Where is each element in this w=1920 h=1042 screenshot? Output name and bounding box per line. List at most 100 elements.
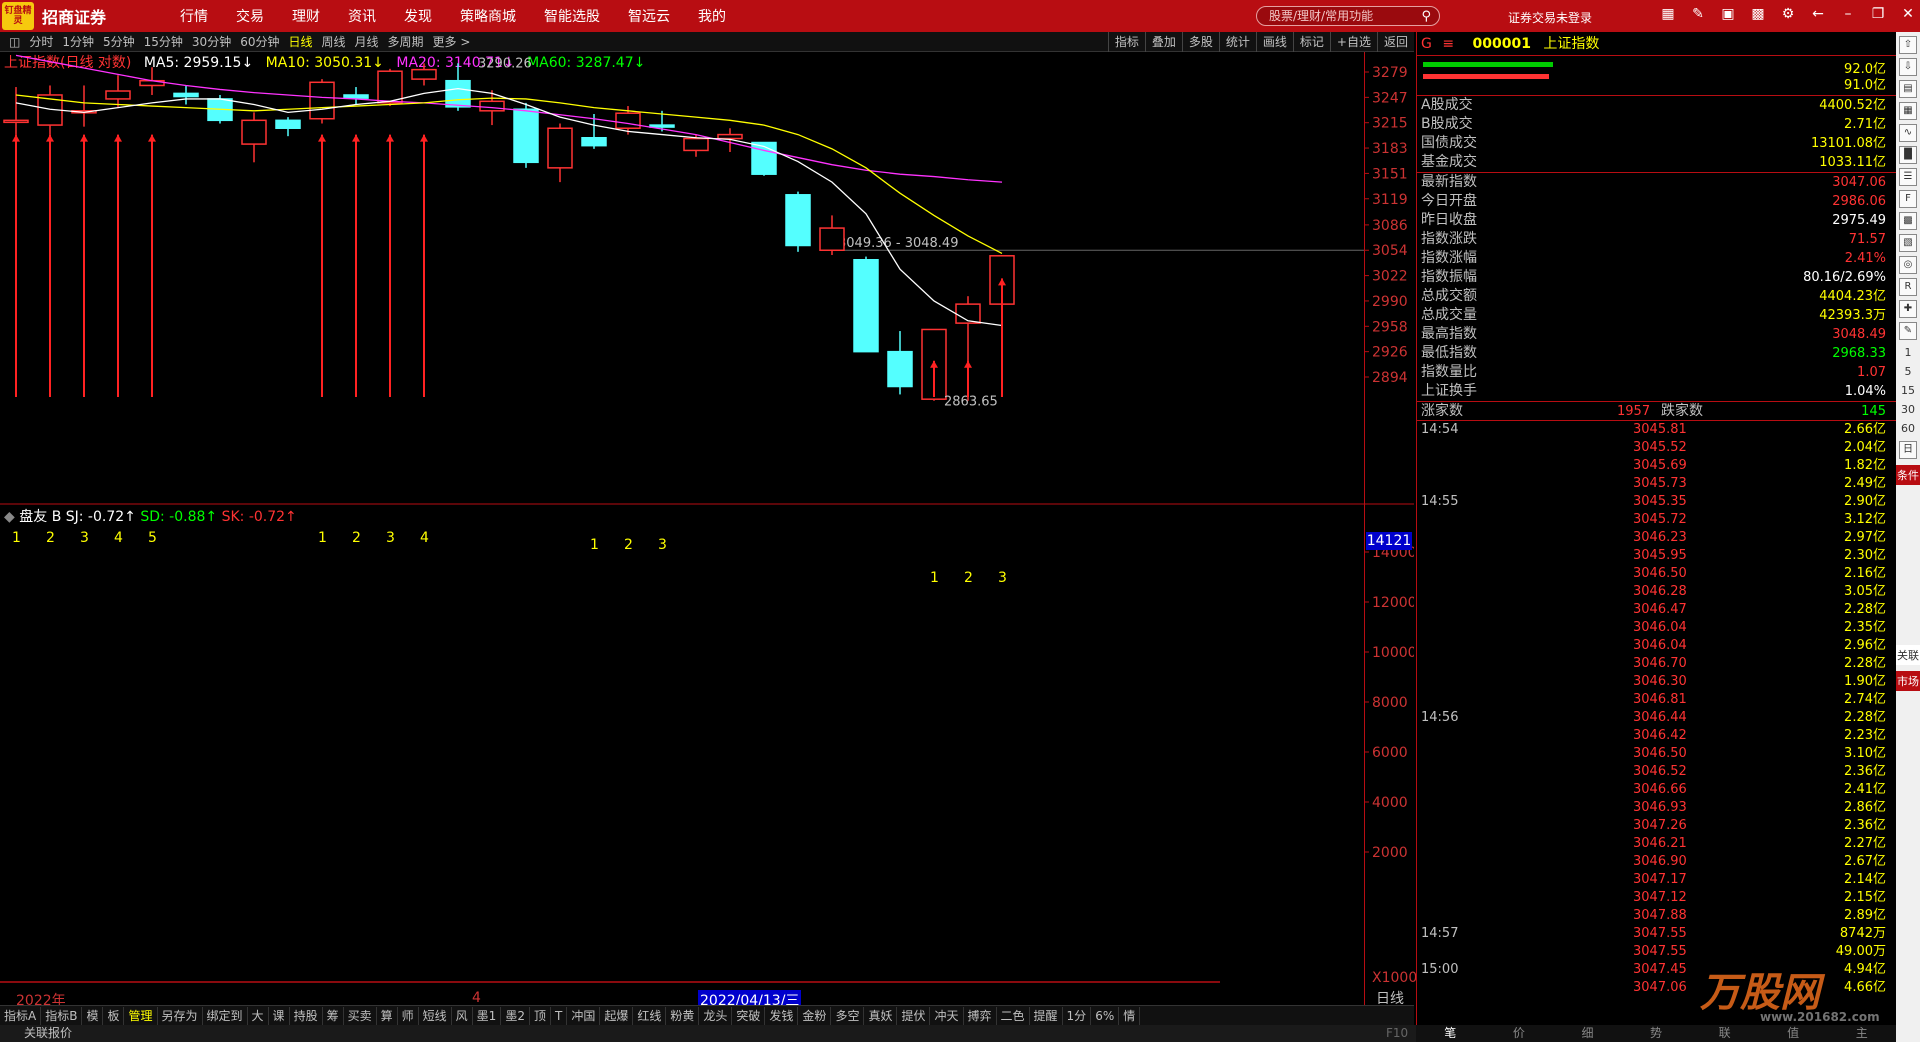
- search-icon[interactable]: ⚲: [1421, 8, 1431, 26]
- tool-indicator[interactable]: 指标: [1107, 32, 1145, 52]
- menu-strategy-mall[interactable]: 策略商城: [460, 6, 516, 26]
- period-tab[interactable]: 月线: [355, 33, 379, 50]
- indicator-tab[interactable]: 课: [269, 1006, 290, 1025]
- pencil-icon[interactable]: ✎: [1899, 322, 1917, 340]
- indicator-tab[interactable]: 模: [82, 1006, 104, 1025]
- indicator-tab[interactable]: 持股: [290, 1006, 323, 1025]
- menu-discover[interactable]: 发现: [404, 6, 432, 26]
- menu-market[interactable]: 行情: [180, 6, 208, 26]
- tool-mark[interactable]: 标记: [1292, 32, 1330, 52]
- menu-trade[interactable]: 交易: [236, 6, 264, 26]
- quote-tab[interactable]: 笔: [1416, 1025, 1485, 1042]
- quote-tab[interactable]: 价: [1485, 1025, 1554, 1042]
- indicator-tab[interactable]: 搏弈: [964, 1006, 997, 1025]
- box-icon[interactable]: ▣: [1720, 6, 1736, 22]
- period-tab[interactable]: 1分钟: [62, 33, 94, 50]
- condition-button[interactable]: 条件: [1896, 465, 1920, 485]
- list-icon[interactable]: ☰: [1899, 168, 1917, 186]
- indicator-tab[interactable]: 金粉: [798, 1006, 832, 1025]
- quote-tab[interactable]: 势: [1622, 1025, 1691, 1042]
- indicator-tab[interactable]: 大: [248, 1006, 269, 1025]
- indicator-tab[interactable]: 6%: [1091, 1006, 1120, 1025]
- indicator-tab[interactable]: 墨2: [501, 1006, 530, 1025]
- indicator-tab[interactable]: T: [551, 1006, 568, 1025]
- image-icon[interactable]: ▩: [1750, 6, 1766, 22]
- indicator-tab[interactable]: 红线: [633, 1006, 667, 1025]
- period-tab[interactable]: 周线: [322, 33, 346, 50]
- grid-icon[interactable]: ▦: [1899, 102, 1917, 120]
- close-icon[interactable]: ✕: [1900, 6, 1916, 22]
- menu-icon[interactable]: ≡: [1442, 36, 1454, 52]
- period-tab[interactable]: 60分钟: [240, 33, 279, 50]
- period-30[interactable]: 30: [1896, 403, 1920, 416]
- indicator-tab[interactable]: 冲天: [930, 1006, 964, 1025]
- indicator-tab[interactable]: 筹: [323, 1006, 344, 1025]
- indicator-tab[interactable]: 发钱: [765, 1006, 799, 1025]
- indicator-tab[interactable]: 真妖: [864, 1006, 898, 1025]
- restore-icon[interactable]: ❐: [1870, 6, 1886, 22]
- indicator-tab[interactable]: 起爆: [600, 1006, 634, 1025]
- menu-cloud[interactable]: 智远云: [628, 6, 670, 26]
- period-tab[interactable]: 分时: [29, 33, 53, 50]
- period-tab[interactable]: 5分钟: [103, 33, 135, 50]
- indicator-tab[interactable]: 龙头: [699, 1006, 733, 1025]
- indicator-tab[interactable]: 情: [1119, 1006, 1141, 1025]
- tool-draw-line[interactable]: 画线: [1255, 32, 1293, 52]
- rsi-icon[interactable]: R: [1899, 278, 1917, 296]
- bar-icon[interactable]: █: [1899, 146, 1917, 164]
- menu-finance[interactable]: 理财: [292, 6, 320, 26]
- quote-tab[interactable]: 联: [1690, 1025, 1759, 1042]
- menu-mine[interactable]: 我的: [698, 6, 726, 26]
- menu-smart-picker[interactable]: 智能选股: [544, 6, 600, 26]
- down-arrow-icon[interactable]: ⇩: [1899, 58, 1917, 76]
- period-15[interactable]: 15: [1896, 384, 1920, 397]
- market-button[interactable]: 市场: [1896, 671, 1920, 691]
- indicator-tab[interactable]: 1分: [1063, 1006, 1092, 1025]
- indicator-tab[interactable]: 板: [103, 1006, 125, 1025]
- indicator-tab[interactable]: 管理: [124, 1006, 158, 1025]
- indicator-tab[interactable]: 粉黄: [666, 1006, 700, 1025]
- indicator-tab[interactable]: 指标B: [41, 1006, 83, 1025]
- line-icon[interactable]: ∿: [1899, 124, 1917, 142]
- back-icon[interactable]: ←: [1810, 6, 1826, 22]
- calendar-icon[interactable]: ▦: [1660, 6, 1676, 22]
- chart-icon[interactable]: ▤: [1899, 80, 1917, 98]
- edit-icon[interactable]: ✎: [1690, 6, 1706, 22]
- f10-icon[interactable]: F: [1899, 190, 1917, 208]
- tool-add-watchlist[interactable]: +自选: [1329, 32, 1377, 52]
- indicator-tab[interactable]: 顶: [530, 1006, 551, 1025]
- related-quote-link[interactable]: 关联报价: [24, 1026, 72, 1040]
- crosshair-icon[interactable]: ✚: [1899, 300, 1917, 318]
- period-tab-active[interactable]: 日线: [288, 33, 312, 50]
- minimize-icon[interactable]: –: [1840, 6, 1856, 22]
- indicator-tab[interactable]: 短线: [419, 1006, 452, 1025]
- indicator-tab[interactable]: 二色: [997, 1006, 1030, 1025]
- login-status[interactable]: 证券交易未登录: [1508, 9, 1592, 26]
- tick-list[interactable]: 14:54 3045.81 2.66亿 3045.52 2.04亿 3045.69 1.82…: [1417, 421, 1896, 997]
- period-60[interactable]: 60: [1896, 422, 1920, 435]
- panel-toggle-icon[interactable]: ◫: [9, 35, 20, 49]
- tool-overlay[interactable]: 叠加: [1144, 32, 1182, 52]
- tool-back[interactable]: 返回: [1376, 32, 1414, 52]
- indicator-tab[interactable]: 风: [452, 1006, 473, 1025]
- indicator-tab[interactable]: 突破: [732, 1006, 766, 1025]
- table-icon[interactable]: ▩: [1899, 212, 1917, 230]
- indicator-tab[interactable]: 多空: [831, 1006, 865, 1025]
- indicator-tab[interactable]: 提伏: [897, 1006, 931, 1025]
- up-arrow-icon[interactable]: ⇧: [1899, 36, 1917, 54]
- period-tab[interactable]: 多周期: [388, 33, 424, 50]
- indicator-tab[interactable]: 绑定到: [203, 1006, 248, 1025]
- quote-tab[interactable]: 主: [1827, 1025, 1896, 1042]
- period-5[interactable]: 5: [1896, 365, 1920, 378]
- gear-icon[interactable]: ⚙: [1780, 6, 1796, 22]
- indicator-tab[interactable]: 买卖: [344, 1006, 377, 1025]
- quote-tab[interactable]: 细: [1553, 1025, 1622, 1042]
- calc-icon[interactable]: ▧: [1899, 234, 1917, 252]
- indicator-tab[interactable]: 提醒: [1030, 1006, 1063, 1025]
- collapse-icon[interactable]: ◆: [4, 509, 15, 525]
- indicator-tab[interactable]: 算: [377, 1006, 398, 1025]
- period-1[interactable]: 1: [1896, 346, 1920, 359]
- search-input[interactable]: 股票/理财/常用功能 ⚲: [1256, 6, 1440, 26]
- tool-stats[interactable]: 统计: [1218, 32, 1256, 52]
- quote-tab[interactable]: 值: [1759, 1025, 1828, 1042]
